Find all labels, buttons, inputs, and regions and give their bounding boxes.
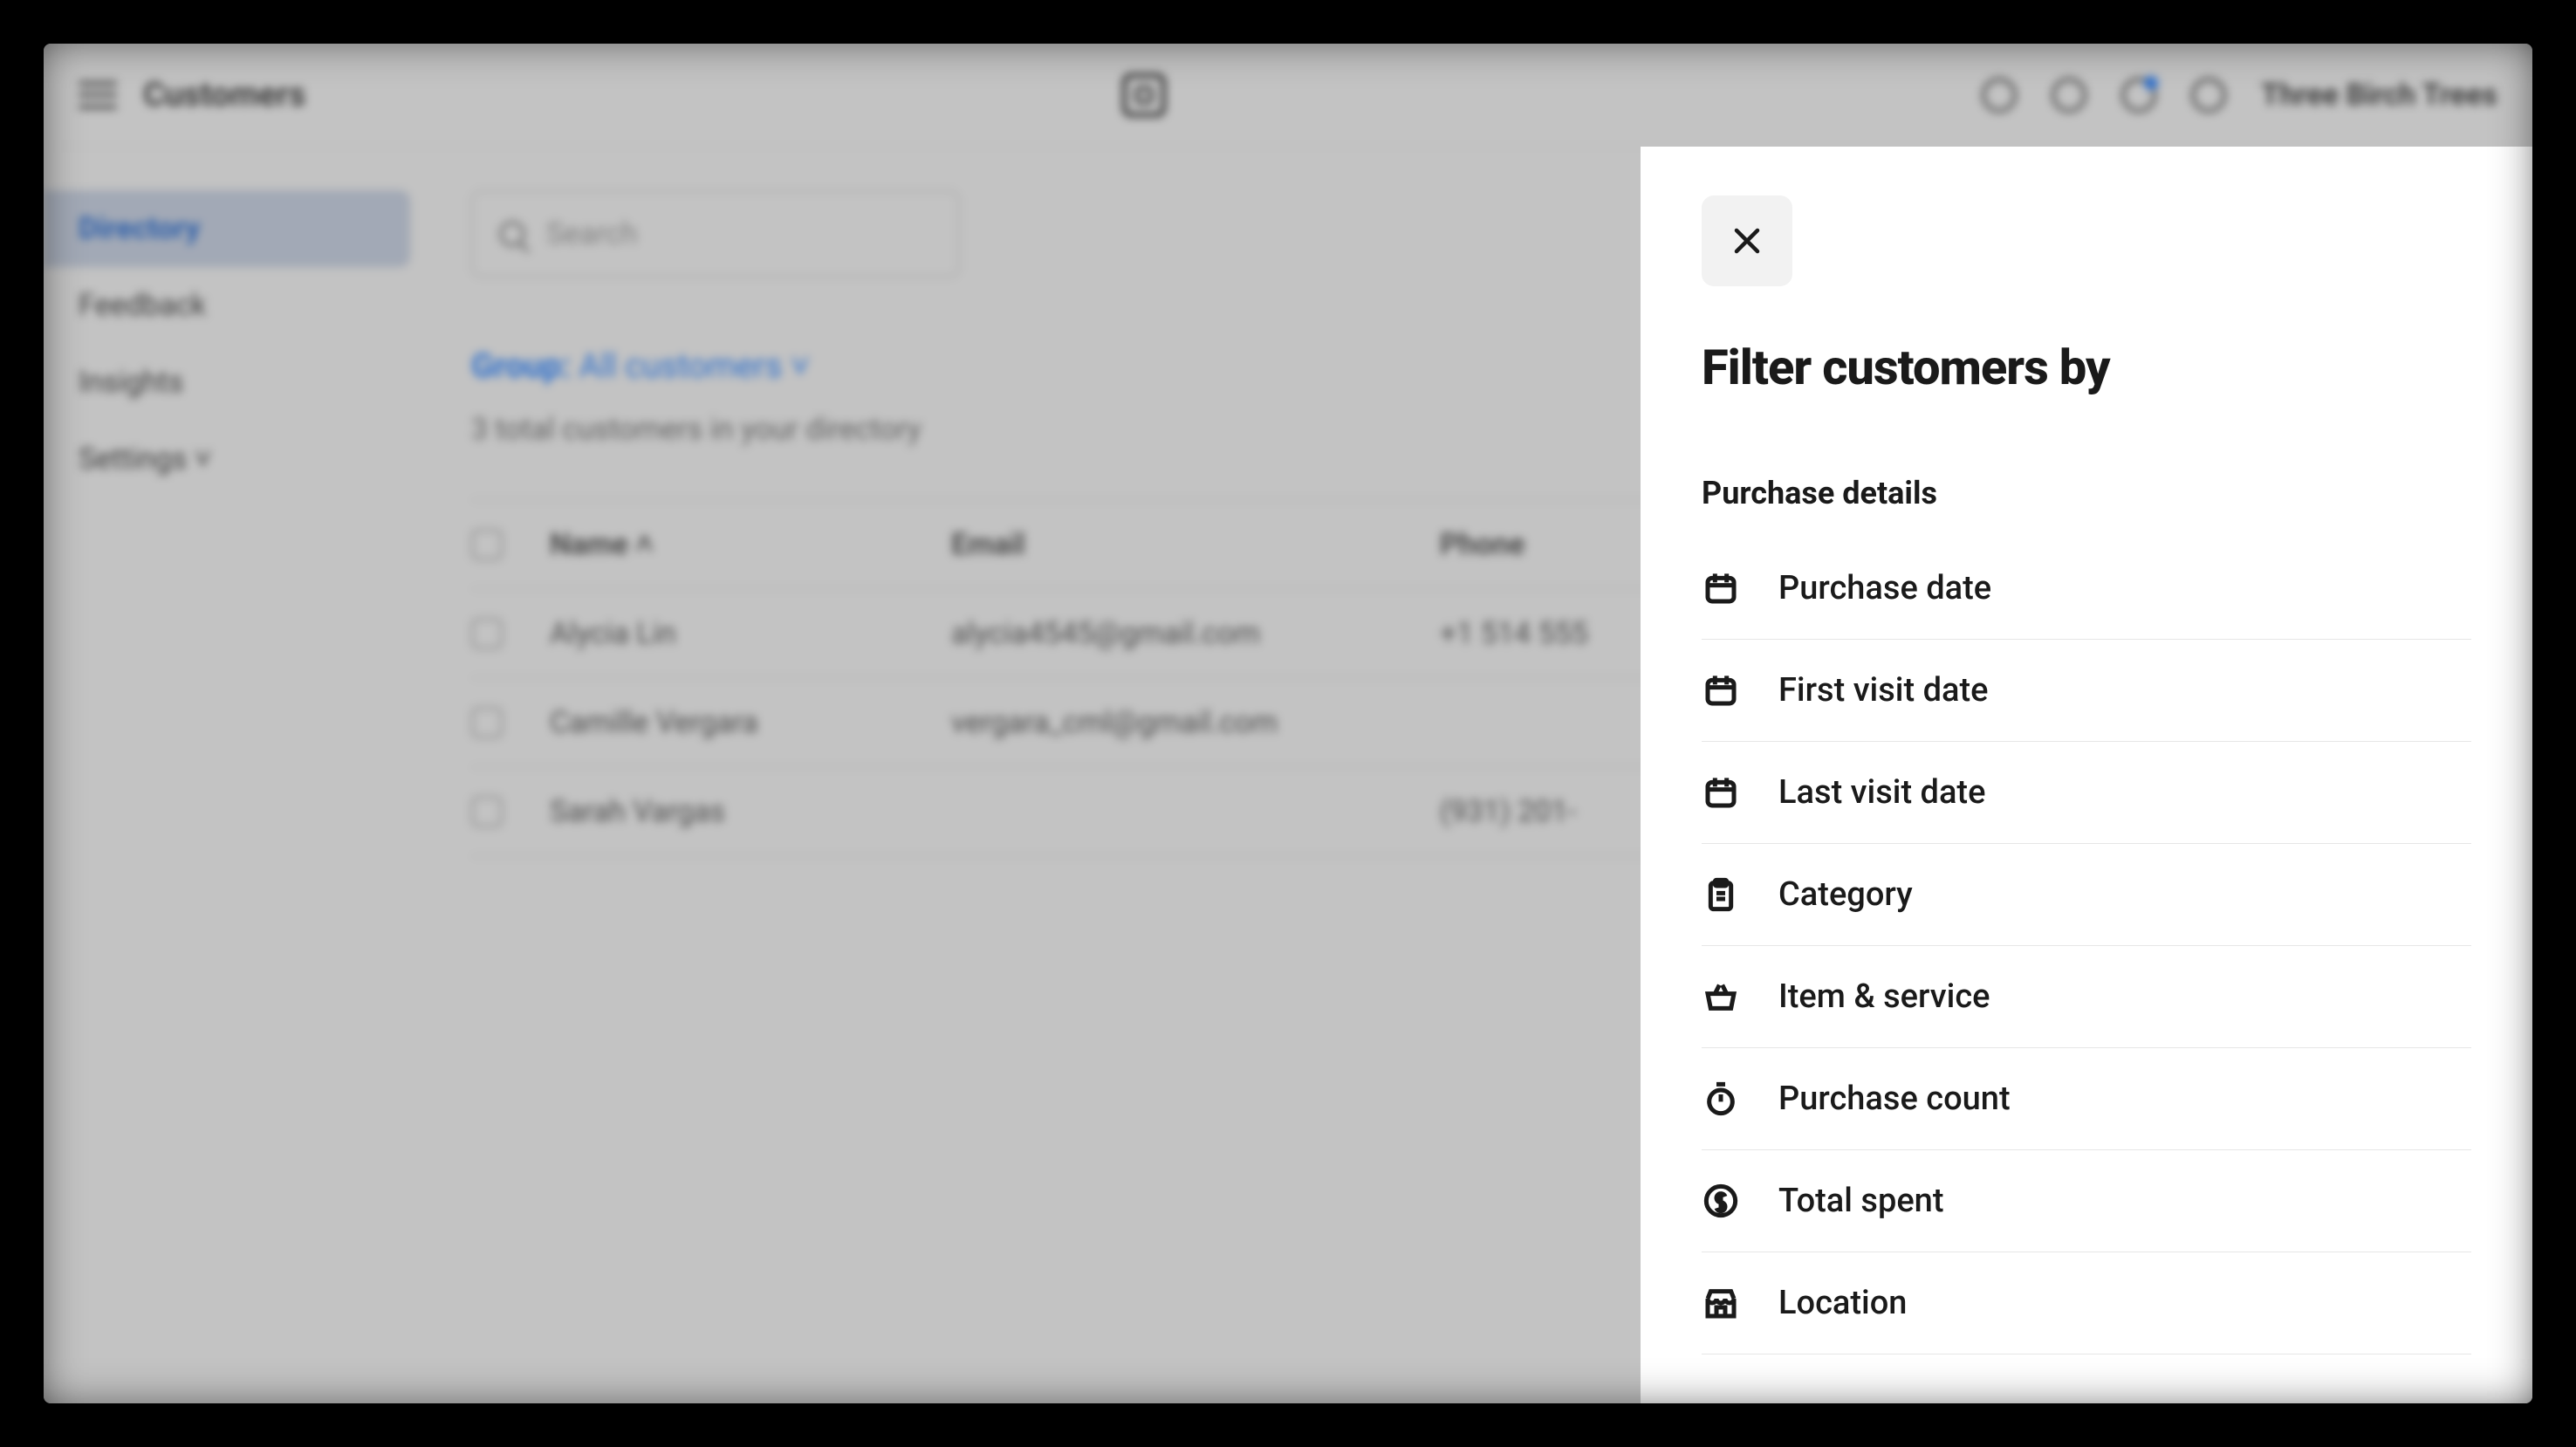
dollar-icon (1702, 1182, 1740, 1220)
filter-item-label: Location (1778, 1284, 1907, 1322)
filter-item-label: First visit date (1778, 671, 1989, 710)
filter-item-total-spent[interactable]: Total spent (1702, 1150, 2471, 1252)
filter-item-label: Item & service (1778, 977, 1990, 1016)
stopwatch-icon (1702, 1080, 1740, 1118)
basket-icon (1702, 977, 1740, 1016)
filter-item-label: Last visit date (1778, 773, 1985, 812)
filter-panel: Filter customers by Purchase details Pur… (1641, 147, 2532, 1403)
filter-item-category[interactable]: Category (1702, 844, 2471, 946)
filter-item-purchase-count[interactable]: Purchase count (1702, 1048, 2471, 1150)
close-button[interactable] (1702, 195, 1792, 286)
store-icon (1702, 1284, 1740, 1322)
filter-item-purchase-date[interactable]: Purchase date (1702, 538, 2471, 640)
filter-item-item-service[interactable]: Item & service (1702, 946, 2471, 1048)
calendar-icon (1702, 773, 1740, 812)
calendar-icon (1702, 671, 1740, 710)
filter-item-first-visit-date[interactable]: First visit date (1702, 640, 2471, 742)
section-header: Purchase details (1702, 475, 2471, 511)
filter-item-label: Purchase count (1778, 1080, 2011, 1118)
clipboard-icon (1702, 875, 1740, 914)
panel-title: Filter customers by (1702, 339, 2471, 396)
calendar-icon (1702, 569, 1740, 607)
filter-item-label: Category (1778, 875, 1913, 914)
close-icon (1731, 225, 1763, 257)
filter-item-location[interactable]: Location (1702, 1252, 2471, 1354)
filter-item-label: Total spent (1778, 1182, 1943, 1220)
filter-item-last-visit-date[interactable]: Last visit date (1702, 742, 2471, 844)
filter-item-label: Purchase date (1778, 569, 1991, 607)
